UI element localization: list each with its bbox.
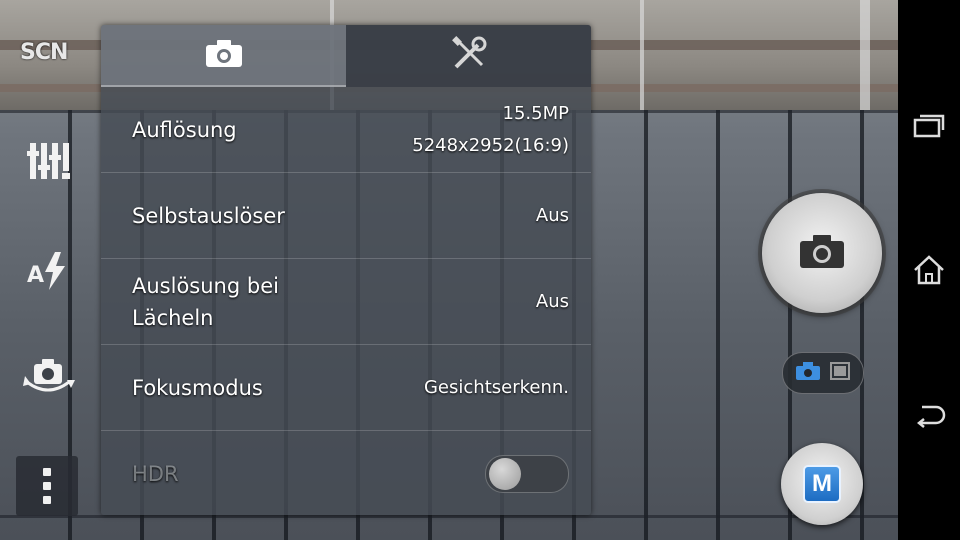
camera-shutter-icon <box>798 232 846 274</box>
setting-value: Gesichtserkenn. <box>423 376 569 398</box>
back-icon[interactable] <box>909 395 949 435</box>
setting-label: Selbstauslöser <box>132 203 285 228</box>
viewfinder-post <box>860 0 870 110</box>
camera-mode-icon <box>795 361 821 385</box>
setting-row-focus-mode[interactable]: Fokusmodus Gesichtserkenn. <box>101 345 591 431</box>
resolution-dimensions: 5248x2952(16:9) <box>412 134 569 156</box>
camera-icon <box>205 38 243 72</box>
setting-value: 15.5MP 5248x2952(16:9) <box>412 98 569 162</box>
manual-mode-button[interactable]: M <box>781 443 863 525</box>
setting-row-hdr: HDR <box>101 431 591 515</box>
settings-tabs <box>101 25 591 87</box>
tools-icon <box>451 36 487 76</box>
scene-mode-badge[interactable]: SCN <box>20 40 78 66</box>
setting-row-resolution[interactable]: Auflösung 15.5MP 5248x2952(16:9) <box>101 87 591 173</box>
photo-video-mode-switch[interactable] <box>782 352 864 394</box>
tab-camera-settings[interactable] <box>101 25 346 87</box>
setting-row-self-timer[interactable]: Selbstauslöser Aus <box>101 173 591 259</box>
home-icon[interactable] <box>909 250 949 290</box>
setting-row-smile-shutter[interactable]: Auslösung bei Lächeln Aus <box>101 259 591 345</box>
viewfinder-post <box>640 0 644 110</box>
vertical-dots-menu-icon[interactable] <box>16 456 78 516</box>
settings-list: Auflösung 15.5MP 5248x2952(16:9) Selbsta… <box>101 87 591 515</box>
setting-label: Auflösung <box>132 117 237 142</box>
switch-camera-icon[interactable] <box>20 348 76 404</box>
toggle-knob <box>489 457 521 490</box>
recent-apps-icon[interactable] <box>909 105 949 145</box>
setting-label: Fokusmodus <box>132 375 263 400</box>
tab-general-settings[interactable] <box>346 25 591 87</box>
equalizer-sliders-icon[interactable] <box>20 133 76 189</box>
camera-settings-panel: Auflösung 15.5MP 5248x2952(16:9) Selbsta… <box>101 25 591 515</box>
setting-label: Auslösung bei Lächeln <box>132 273 279 330</box>
resolution-megapixels: 15.5MP <box>502 102 569 124</box>
hdr-toggle[interactable] <box>485 454 569 493</box>
manual-mode-label: M <box>803 465 841 503</box>
svg-text:A: A <box>27 263 44 288</box>
viewfinder-deck-line <box>0 515 898 518</box>
setting-value: Aus <box>535 204 569 226</box>
system-navigation-bar <box>898 0 960 540</box>
video-mode-icon <box>829 361 851 385</box>
setting-value: Aus <box>535 290 569 312</box>
shutter-button[interactable] <box>762 193 882 313</box>
setting-label: HDR <box>132 461 179 486</box>
auto-flash-icon[interactable]: A <box>20 242 76 298</box>
